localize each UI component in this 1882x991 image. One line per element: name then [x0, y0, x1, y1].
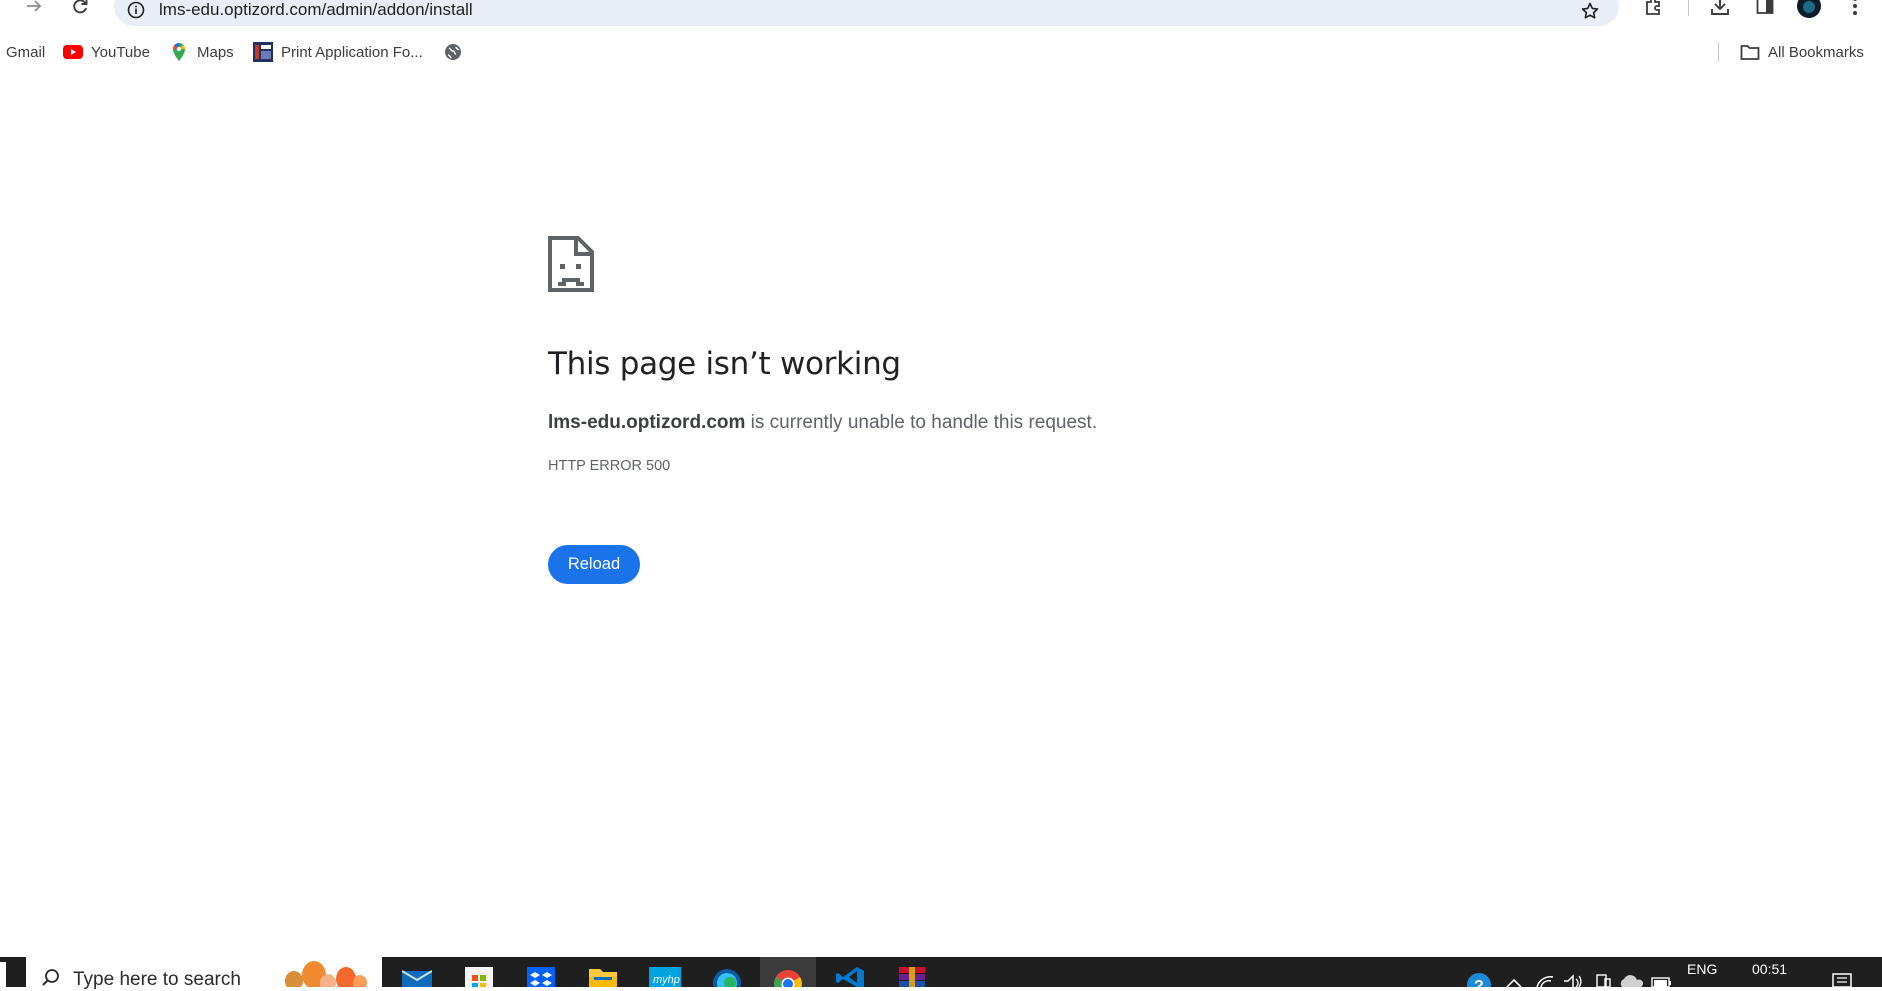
svg-text:myhp: myhp — [653, 974, 680, 986]
wifi-icon[interactable] — [1535, 957, 1555, 987]
windows-taskbar: Type here to search myhp ? ENG 00:51 — [0, 957, 1882, 990]
address-bar[interactable]: lms-edu.optizord.com/admin/addon/install — [114, 0, 1619, 26]
onedrive-icon[interactable] — [1618, 957, 1644, 987]
store-icon[interactable] — [451, 957, 507, 987]
error-code: HTTP ERROR 500 — [548, 458, 671, 474]
reload-button[interactable]: Reload — [548, 545, 640, 584]
site-info-icon[interactable] — [126, 0, 146, 20]
download-icon[interactable] — [1708, 0, 1732, 18]
error-message: lms-edu.optizord.com is currently unable… — [548, 412, 1097, 434]
bookmark-label: Print Application Fo... — [281, 43, 423, 61]
bookmark-globe[interactable] — [443, 38, 471, 66]
bookmark-label: YouTube — [91, 43, 150, 61]
edge-icon[interactable] — [699, 957, 755, 987]
extensions-puzzle-icon[interactable] — [1642, 0, 1666, 18]
toolbar-divider — [1688, 0, 1689, 16]
search-placeholder: Type here to search — [73, 969, 241, 990]
all-bookmarks-button[interactable]: All Bookmarks — [1740, 38, 1864, 66]
bookmark-maps[interactable]: Maps — [169, 38, 234, 66]
chrome-icon[interactable] — [760, 957, 816, 987]
battery-icon[interactable] — [1650, 957, 1674, 987]
language-indicator[interactable]: ENG — [1687, 961, 1717, 977]
taskbar-search-box[interactable]: Type here to search — [26, 957, 382, 990]
error-host: lms-edu.optizord.com — [548, 412, 746, 433]
kebab-menu-icon[interactable] — [1843, 0, 1867, 18]
youtube-icon — [63, 42, 83, 62]
bookmark-print-application[interactable]: Print Application Fo... — [253, 38, 423, 66]
app-favicon — [253, 42, 273, 62]
start-button[interactable] — [0, 962, 6, 987]
bookmark-label: Maps — [197, 43, 234, 61]
mail-icon[interactable] — [389, 957, 445, 987]
search-highlight-illustration — [285, 961, 367, 987]
all-bookmarks-label: All Bookmarks — [1768, 43, 1864, 61]
bookmark-youtube[interactable]: YouTube — [63, 38, 150, 66]
globe-icon — [443, 42, 463, 62]
maps-pin-icon — [169, 42, 189, 62]
url-text[interactable]: lms-edu.optizord.com/admin/addon/install — [159, 0, 473, 20]
side-panel-icon[interactable] — [1753, 0, 1777, 18]
error-title: This page isn’t working — [548, 346, 901, 382]
dropbox-icon[interactable] — [513, 957, 569, 987]
reload-icon[interactable] — [68, 0, 92, 18]
bookmarks-bar: Gmail YouTube Maps Print Application Fo.… — [0, 38, 1882, 68]
volume-icon[interactable] — [1562, 957, 1584, 987]
bookmarks-divider — [1718, 42, 1719, 62]
search-icon — [42, 969, 59, 986]
clock-time[interactable]: 00:51 — [1752, 961, 1787, 977]
myhp-icon[interactable]: myhp — [637, 957, 693, 987]
help-icon[interactable]: ? — [1466, 957, 1492, 987]
file-explorer-icon[interactable] — [575, 957, 631, 987]
notifications-icon[interactable] — [1830, 957, 1854, 987]
sad-page-icon — [548, 236, 594, 292]
bookmark-gmail[interactable]: Gmail — [6, 38, 45, 66]
svg-text:?: ? — [1474, 978, 1484, 987]
profile-avatar[interactable] — [1797, 0, 1821, 18]
forward-arrow-icon[interactable] — [22, 0, 46, 18]
vscode-icon[interactable] — [822, 957, 878, 987]
bookmark-label: Gmail — [6, 43, 46, 61]
browser-toolbar: lms-edu.optizord.com/admin/addon/install — [0, 0, 1882, 34]
winrar-icon[interactable] — [884, 957, 940, 987]
phone-link-icon[interactable] — [1594, 957, 1612, 987]
chevron-up-icon[interactable] — [1505, 957, 1523, 987]
bookmark-star-icon[interactable] — [1579, 0, 1601, 22]
folder-icon — [1740, 42, 1760, 62]
error-message-text: is currently unable to handle this reque… — [745, 412, 1098, 433]
